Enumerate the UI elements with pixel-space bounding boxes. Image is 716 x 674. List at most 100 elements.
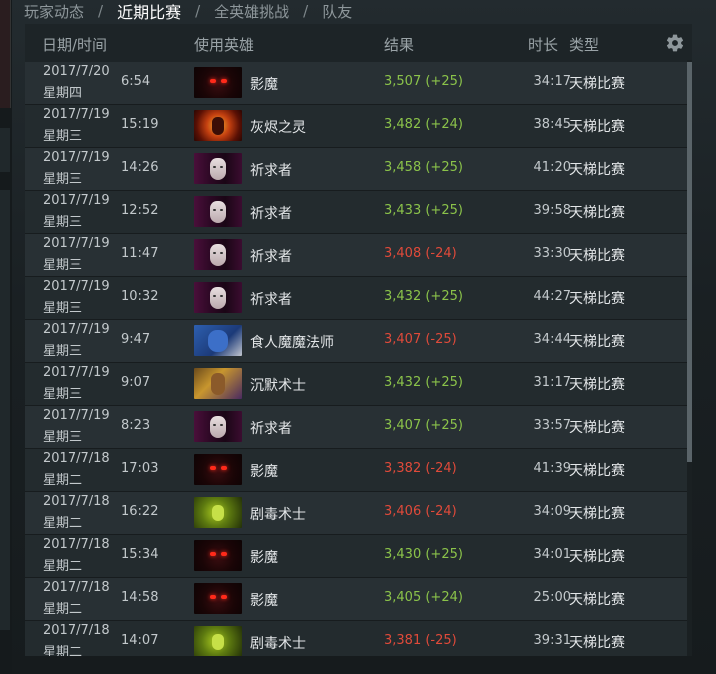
match-duration: 33:30	[533, 246, 571, 261]
match-time: 6:54	[121, 74, 151, 89]
match-date: 2017/7/18	[43, 494, 110, 509]
match-result: 3,432 (+25)	[384, 289, 463, 304]
match-duration: 34:44	[533, 332, 571, 347]
match-weekday: 星期三	[43, 129, 83, 144]
match-result: 3,433 (+25)	[384, 203, 463, 218]
hero-name: 灰烬之灵	[250, 120, 306, 136]
hero-name: 剧毒术士	[250, 507, 306, 523]
ogre-magi-portrait	[194, 325, 242, 356]
match-date: 2017/7/18	[43, 451, 110, 466]
tab-all-hero-challenge[interactable]: 全英雄挑战	[214, 1, 289, 22]
match-time: 15:19	[121, 117, 159, 132]
match-result: 3,458 (+25)	[384, 160, 463, 175]
match-duration: 31:17	[533, 375, 571, 390]
sidebar-fragment	[0, 128, 10, 172]
shadow-fiend-portrait	[194, 540, 242, 571]
header-type[interactable]: 类型	[569, 34, 599, 55]
match-duration: 39:31	[533, 633, 571, 648]
match-date: 2017/7/19	[43, 150, 110, 165]
match-type: 天梯比赛	[569, 76, 625, 92]
match-row[interactable]: 2017/7/19 星期三 11:47 祈求者 3,408 (-24) 33:30 天梯比赛	[25, 234, 692, 277]
invoker-portrait	[194, 239, 242, 270]
match-row[interactable]: 2017/7/18 星期二 17:03 影魔 3,382 (-24) 41:39 天梯比赛	[25, 449, 692, 492]
hero-name: 食人魔魔法师	[250, 335, 334, 351]
match-weekday: 星期三	[43, 258, 83, 273]
gear-icon[interactable]	[665, 33, 685, 53]
venomancer-portrait	[194, 497, 242, 528]
match-duration: 25:00	[533, 590, 571, 605]
tab-separator: /	[303, 2, 309, 20]
invoker-portrait	[194, 282, 242, 313]
match-type: 天梯比赛	[569, 248, 625, 264]
match-weekday: 星期二	[43, 645, 83, 656]
match-weekday: 星期三	[43, 387, 83, 402]
venomancer-portrait	[194, 626, 242, 656]
tab-player-feed[interactable]: 玩家动态	[24, 1, 84, 22]
match-row[interactable]: 2017/7/19 星期三 10:32 祈求者 3,432 (+25) 44:27 天梯比赛	[25, 277, 692, 320]
match-date: 2017/7/18	[43, 623, 110, 638]
hero-name: 剧毒术士	[250, 636, 306, 652]
hero-name: 影魔	[250, 593, 278, 609]
match-result: 3,407 (-25)	[384, 332, 457, 347]
match-row[interactable]: 2017/7/18 星期二 15:34 影魔 3,430 (+25) 34:01 天梯比赛	[25, 535, 692, 578]
match-row[interactable]: 2017/7/19 星期三 9:07 沉默术士 3,432 (+25) 31:17 天梯比赛	[25, 363, 692, 406]
tab-recent-matches[interactable]: 近期比赛	[117, 0, 181, 23]
match-result: 3,507 (+25)	[384, 74, 463, 89]
header-hero[interactable]: 使用英雄	[194, 34, 254, 55]
hero-name: 祈求者	[250, 163, 292, 179]
sidebar-fragment	[0, 190, 10, 630]
shadow-fiend-portrait	[194, 67, 242, 98]
match-row[interactable]: 2017/7/19 星期三 9:47 食人魔魔法师 3,407 (-25) 34:44 天梯…	[25, 320, 692, 363]
match-time: 14:26	[121, 160, 159, 175]
match-date: 2017/7/19	[43, 279, 110, 294]
match-time: 9:07	[121, 375, 151, 390]
match-weekday: 星期二	[43, 516, 83, 531]
match-row[interactable]: 2017/7/19 星期三 8:23 祈求者 3,407 (+25) 33:57 天梯比赛	[25, 406, 692, 449]
match-type: 天梯比赛	[569, 592, 625, 608]
left-sidebar-edge	[0, 0, 12, 674]
match-row[interactable]: 2017/7/19 星期三 15:19 灰烬之灵 3,482 (+24) 38:45 天梯比…	[25, 105, 692, 148]
match-type: 天梯比赛	[569, 420, 625, 436]
match-result: 3,430 (+25)	[384, 547, 463, 562]
match-type: 天梯比赛	[569, 463, 625, 479]
invoker-portrait	[194, 411, 242, 442]
match-row[interactable]: 2017/7/18 星期二 16:22 剧毒术士 3,406 (-24) 34:09 天梯比…	[25, 492, 692, 535]
invoker-portrait	[194, 196, 242, 227]
match-row[interactable]: 2017/7/18 星期二 14:58 影魔 3,405 (+24) 25:00 天梯比赛	[25, 578, 692, 621]
match-weekday: 星期三	[43, 430, 83, 445]
match-result: 3,432 (+25)	[384, 375, 463, 390]
match-duration: 33:57	[533, 418, 571, 433]
scrollbar-thumb[interactable]	[687, 62, 692, 462]
match-type: 天梯比赛	[569, 291, 625, 307]
match-row[interactable]: 2017/7/19 星期三 12:52 祈求者 3,433 (+25) 39:58 天梯比赛	[25, 191, 692, 234]
header-result[interactable]: 结果	[384, 34, 414, 55]
recent-matches-panel: 日期/时间 使用英雄 结果 时长 类型 2017/7/20 星期四 6:54 影魔 3,…	[25, 24, 692, 656]
match-result: 3,405 (+24)	[384, 590, 463, 605]
sidebar-fragment	[0, 0, 11, 108]
match-date: 2017/7/19	[43, 107, 110, 122]
tab-teammates[interactable]: 队友	[322, 1, 352, 22]
match-date: 2017/7/20	[43, 64, 110, 79]
shadow-fiend-portrait	[194, 454, 242, 485]
match-duration: 34:09	[533, 504, 571, 519]
match-duration: 39:58	[533, 203, 571, 218]
silencer-portrait	[194, 368, 242, 399]
match-row[interactable]: 2017/7/20 星期四 6:54 影魔 3,507 (+25) 34:17 天梯比赛	[25, 62, 692, 105]
match-time: 9:47	[121, 332, 151, 347]
header-date-time[interactable]: 日期/时间	[42, 34, 107, 55]
match-time: 11:47	[121, 246, 159, 261]
match-weekday: 星期二	[43, 473, 83, 488]
match-result: 3,381 (-25)	[384, 633, 457, 648]
match-time: 16:22	[121, 504, 159, 519]
match-weekday: 星期四	[43, 86, 83, 101]
match-weekday: 星期二	[43, 559, 83, 574]
match-row[interactable]: 2017/7/19 星期三 14:26 祈求者 3,458 (+25) 41:20 天梯比赛	[25, 148, 692, 191]
match-row[interactable]: 2017/7/18 星期二 14:07 剧毒术士 3,381 (-25) 39:31 天梯比…	[25, 621, 692, 656]
header-duration[interactable]: 时长	[528, 34, 558, 55]
tab-separator: /	[195, 2, 201, 20]
match-weekday: 星期二	[43, 602, 83, 617]
hero-name: 祈求者	[250, 421, 292, 437]
hero-name: 影魔	[250, 464, 278, 480]
hero-name: 祈求者	[250, 292, 292, 308]
match-time: 17:03	[121, 461, 159, 476]
